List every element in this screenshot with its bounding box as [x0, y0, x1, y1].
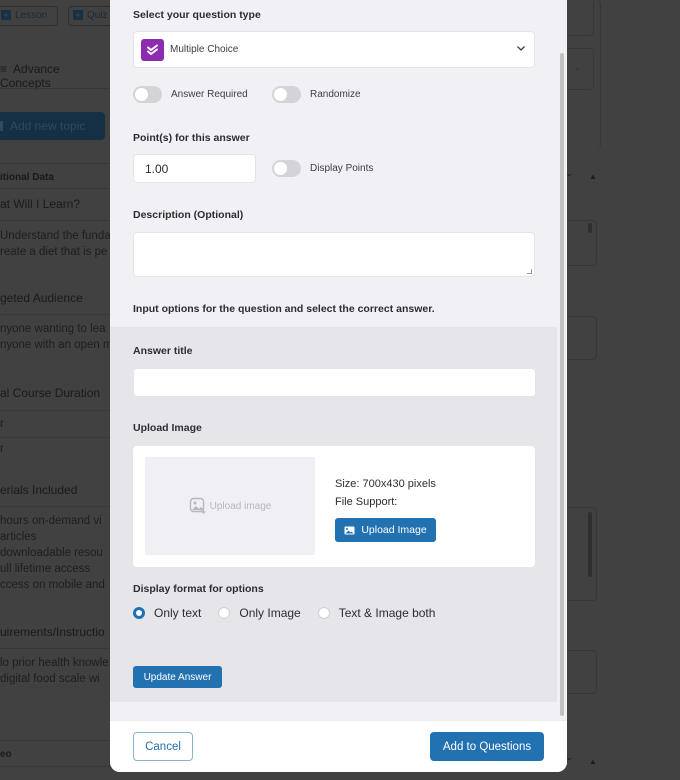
options-instruction: Input options for the question and selec… — [133, 303, 435, 315]
modal-scrollbar[interactable] — [560, 53, 564, 716]
display-format-only-text[interactable]: Only text — [133, 606, 201, 620]
background-right-column: ⌄ ⌄ ▲ ⌄ ▲ — [557, 0, 680, 780]
bg-row-heading: al Course Duration — [0, 386, 101, 400]
bg-row-heading: erials Included — [0, 483, 78, 497]
randomize-toggle[interactable] — [272, 86, 301, 103]
description-label: Description (Optional) — [133, 209, 244, 221]
points-label: Point(s) for this answer — [133, 132, 250, 144]
upload-image-dropzone[interactable]: Upload image — [145, 457, 315, 555]
display-format-text-and-image[interactable]: Text & Image both — [317, 606, 435, 620]
display-format-only-image[interactable]: Only Image — [218, 606, 301, 620]
question-type-value: Multiple Choice — [170, 44, 239, 55]
bg-section-title: itional Data — [0, 172, 54, 183]
answer-title-label: Answer title — [133, 345, 193, 357]
resize-handle-icon[interactable] — [527, 269, 532, 274]
answer-options-section: Answer title Upload Image Upload image S… — [110, 327, 557, 702]
answer-required-toggle[interactable] — [133, 86, 162, 103]
add-to-questions-button[interactable]: Add to Questions — [430, 732, 544, 761]
radio-unchecked-icon[interactable] — [317, 607, 330, 619]
arrow-up-icon: ▲ — [589, 172, 597, 181]
radio-unchecked-icon[interactable] — [218, 607, 231, 619]
plus-square-icon: + — [1, 10, 11, 20]
image-icon — [344, 526, 355, 534]
size-info: Size: 700x430 pixels — [335, 478, 436, 490]
background-course-builder: + Lesson + Quiz ≡ Advance Concepts Add n… — [0, 0, 110, 780]
question-type-select[interactable]: Multiple Choice — [133, 31, 535, 68]
description-textarea[interactable] — [133, 232, 535, 277]
modal-body: Select your question type Multiple Choic… — [110, 0, 567, 720]
answer-required-label: Answer Required — [171, 89, 248, 100]
randomize-toggle-row: Randomize — [272, 86, 361, 103]
upload-info: Size: 700x430 pixels File Support: — [335, 475, 436, 511]
bg-row-heading: at Will I Learn? — [0, 197, 81, 211]
display-points-toggle-row: Display Points — [272, 160, 373, 177]
upload-placeholder-text: Upload image — [209, 500, 272, 512]
plus-square-icon: + — [73, 10, 83, 20]
file-support-info: File Support: — [335, 496, 398, 508]
bg-add-quiz-button: + Quiz — [68, 6, 110, 26]
bg-topic-title: ≡ Advance Concepts — [0, 62, 60, 90]
upload-image-label: Upload Image — [133, 422, 202, 434]
answer-title-input[interactable] — [133, 368, 536, 397]
update-answer-button[interactable]: Update Answer — [133, 666, 222, 688]
multiple-choice-icon — [141, 39, 164, 61]
arrow-up-icon: ▲ — [589, 757, 597, 766]
bg-row-heading: eo — [0, 749, 12, 760]
modal-footer: Cancel Add to Questions — [110, 720, 567, 772]
question-modal: Select your question type Multiple Choic… — [110, 0, 567, 772]
image-add-icon — [189, 497, 206, 514]
plus-square-icon — [0, 121, 3, 131]
chevron-down-icon — [517, 46, 525, 51]
display-points-toggle[interactable] — [272, 160, 301, 177]
bg-add-lesson-button: + Lesson — [0, 6, 58, 26]
upload-image-card: Upload image Size: 700x430 pixels File S… — [133, 446, 535, 567]
radio-checked-icon[interactable] — [133, 607, 145, 619]
randomize-label: Randomize — [310, 89, 361, 100]
bg-row-heading: geted Audience — [0, 291, 83, 305]
cancel-button[interactable]: Cancel — [133, 732, 193, 761]
question-type-label: Select your question type — [133, 9, 261, 21]
display-points-label: Display Points — [310, 163, 374, 174]
upload-image-button[interactable]: Upload Image — [335, 518, 436, 542]
display-format-radio-group: Only text Only Image Text & Image both — [133, 606, 452, 620]
display-format-label: Display format for options — [133, 583, 264, 595]
bg-row-heading: uirements/Instructio — [0, 625, 105, 639]
bg-add-topic-button: Add new topic — [0, 112, 105, 140]
points-input[interactable] — [133, 154, 256, 183]
answer-required-toggle-row: Answer Required — [133, 86, 248, 103]
